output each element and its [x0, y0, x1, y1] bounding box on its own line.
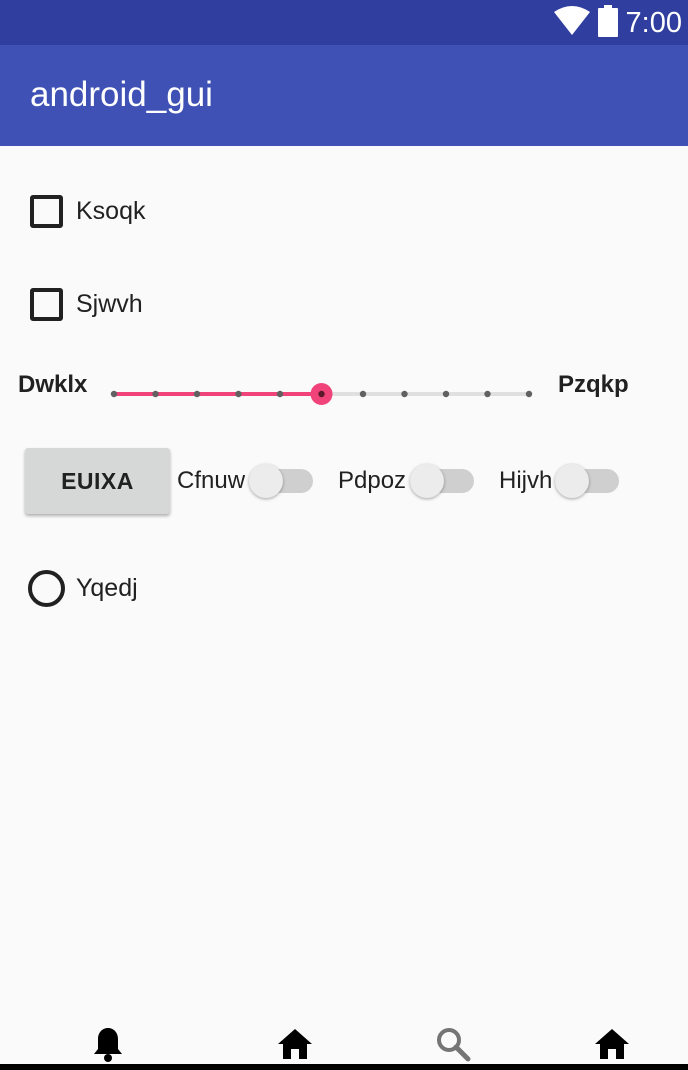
slider-tick-mark	[193, 390, 201, 398]
slider-min-label: Dwklx	[18, 371, 88, 398]
slider-tick-mark	[401, 390, 408, 398]
checkbox-box[interactable]	[30, 194, 63, 228]
radio-yqedj[interactable]: Yqedj	[28, 568, 138, 608]
switch-hijvh[interactable]	[555, 464, 619, 498]
status-time: 7:00	[625, 7, 682, 39]
slider-track-svg[interactable]	[110, 383, 533, 405]
slider-tick-mark	[442, 390, 450, 398]
switch-cfnuw[interactable]	[249, 464, 313, 498]
checkbox-label: Ksoqk	[76, 197, 146, 225]
app-bar: android_gui	[0, 45, 688, 146]
wifi-icon	[553, 5, 590, 41]
slider-tick-mark	[525, 390, 533, 398]
slider-tick-mark	[110, 390, 118, 398]
switch-thumb[interactable]	[410, 464, 444, 498]
slider-tick-mark	[484, 390, 491, 398]
slider-tick-mark	[235, 390, 242, 398]
nav-bar-line	[0, 1064, 688, 1070]
search-icon	[435, 1026, 471, 1067]
nav-home-1[interactable]	[275, 1026, 315, 1066]
switch-label-pdpoz: Pdpoz	[338, 467, 407, 494]
slider-max-label: Pzqkp	[558, 371, 629, 398]
switch-label-hijvh: Hijvh	[499, 467, 553, 494]
nav-home-2[interactable]	[592, 1026, 632, 1066]
home-icon	[594, 1028, 630, 1065]
slider-row: Dwklx Pzqkp	[0, 364, 688, 405]
slider-tick-mark	[359, 390, 367, 398]
switch-label-cfnuw: Cfnuw	[177, 467, 246, 494]
nav-bell[interactable]	[88, 1026, 128, 1066]
euixa-button[interactable]: EUIXA	[25, 448, 170, 514]
status-icons: 7:00	[553, 4, 682, 42]
bottom-nav	[0, 1012, 688, 1070]
switch-thumb[interactable]	[555, 464, 589, 498]
checkbox-label: Sjwvh	[76, 290, 143, 318]
checkbox-ksoqk[interactable]: Ksoqk	[30, 191, 145, 231]
checkbox-box[interactable]	[30, 287, 63, 321]
slider-tick-mark	[276, 390, 284, 398]
slider-thumb-tick	[318, 390, 325, 398]
radio-label: Yqedj	[76, 574, 138, 602]
status-bar: 7:00	[0, 0, 688, 45]
battery-icon	[597, 4, 618, 42]
checkbox-sjwvh[interactable]: Sjwvh	[30, 284, 143, 324]
bell-icon	[92, 1026, 124, 1067]
slider-tick-mark	[152, 390, 159, 398]
discrete-slider[interactable]	[110, 383, 533, 405]
app-title: android_gui	[30, 75, 213, 114]
home-icon	[277, 1028, 313, 1065]
switch-pdpoz[interactable]	[410, 464, 474, 498]
switch-thumb[interactable]	[249, 464, 283, 498]
radio-circle[interactable]	[28, 569, 65, 607]
nav-search[interactable]	[433, 1026, 473, 1066]
